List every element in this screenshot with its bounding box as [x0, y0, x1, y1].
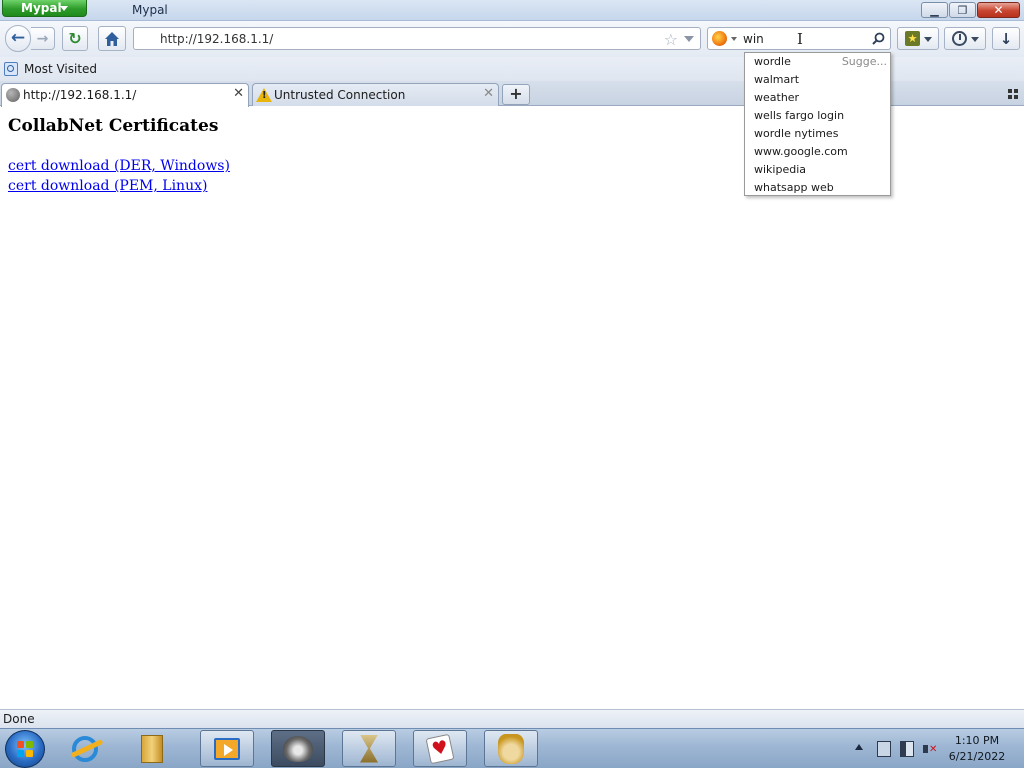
- minimize-button[interactable]: ▁: [921, 2, 948, 18]
- bookmarks-star-icon: ★: [905, 31, 920, 46]
- restore-icon: ❐: [957, 3, 968, 17]
- suggestion-item[interactable]: walmart: [754, 73, 799, 86]
- media-player-icon: [214, 737, 240, 760]
- page-content: CollabNet Certificates cert download (DE…: [0, 106, 1024, 709]
- hearts-game-icon: [425, 733, 455, 764]
- window-controls: ▁ ❐ ✕: [921, 2, 1020, 18]
- volume-muted-icon[interactable]: [923, 741, 937, 757]
- downloads-button[interactable]: ↓: [992, 27, 1020, 50]
- app-menu-caret-icon: [60, 6, 68, 11]
- suggestion-item[interactable]: wordle: [754, 55, 791, 68]
- raccoon-app-icon: [283, 735, 313, 762]
- search-engine-icon[interactable]: [712, 31, 727, 46]
- text-cursor-icon: I: [797, 30, 803, 48]
- forward-arrow-icon: →: [36, 30, 49, 47]
- windows-logo-icon: [17, 741, 34, 758]
- back-button[interactable]: ←: [5, 25, 31, 52]
- cert-download-der-link[interactable]: cert download (DER, Windows): [8, 158, 230, 174]
- tab-untrusted-connection[interactable]: ! Untrusted Connection ✕: [252, 83, 499, 106]
- network-icon[interactable]: [877, 741, 891, 757]
- taskbar-clock[interactable]: 1:10 PM 6/21/2022: [944, 733, 1010, 765]
- back-arrow-icon: ←: [10, 28, 26, 48]
- status-bar: Done: [0, 709, 1024, 728]
- home-icon: [105, 31, 119, 46]
- page-title: CollabNet Certificates: [8, 116, 219, 136]
- most-visited-icon[interactable]: [4, 62, 18, 76]
- magnifier-icon[interactable]: [872, 32, 885, 45]
- bookmarks-menu-button[interactable]: ★: [897, 27, 939, 50]
- search-input[interactable]: [743, 30, 863, 47]
- bookmark-most-visited[interactable]: Most Visited: [24, 62, 97, 76]
- url-text[interactable]: http://192.168.1.1/: [160, 32, 273, 46]
- taskbar-mypal-browser[interactable]: [271, 730, 325, 767]
- status-text: Done: [3, 712, 35, 726]
- hourglass-app-icon: [360, 734, 378, 763]
- clock-date: 6/21/2022: [948, 750, 1006, 763]
- url-bar[interactable]: http://192.168.1.1/ ☆: [133, 27, 701, 50]
- warning-mark-icon: !: [262, 90, 267, 101]
- suggestion-item[interactable]: wikipedia: [754, 163, 806, 176]
- search-suggestions-popup: Sugge... wordle walmart weather wells fa…: [744, 52, 891, 196]
- close-window-button[interactable]: ✕: [977, 2, 1020, 18]
- search-bar[interactable]: I: [707, 27, 891, 50]
- list-all-tabs-icon[interactable]: [1008, 89, 1018, 99]
- taskbar-internet-explorer[interactable]: [58, 730, 112, 767]
- history-caret-icon: [971, 37, 979, 42]
- tab-label: http://192.168.1.1/: [23, 88, 137, 102]
- tab-close-icon[interactable]: ✕: [483, 86, 494, 101]
- maximize-button[interactable]: ❐: [949, 2, 976, 18]
- suggestion-item[interactable]: whatsapp web: [754, 181, 834, 194]
- new-tab-button[interactable]: +: [502, 84, 530, 105]
- window-title: Mypal: [132, 3, 168, 17]
- globe-icon: [6, 88, 20, 102]
- solitaire-king-icon: [498, 733, 524, 764]
- star-icon[interactable]: ☆: [664, 30, 678, 49]
- download-arrow-icon: ↓: [999, 29, 1013, 48]
- app-menu-label: Mypal: [21, 1, 62, 15]
- tab-label: Untrusted Connection: [274, 88, 406, 102]
- battery-icon[interactable]: [900, 741, 914, 757]
- taskbar-solitaire[interactable]: [484, 730, 538, 767]
- bookmarks-caret-icon: [924, 37, 932, 42]
- reload-button[interactable]: ↻: [62, 26, 88, 51]
- title-bar: Mypal Mypal ▁ ❐ ✕: [0, 0, 1024, 21]
- suggestions-header: Sugge...: [841, 55, 887, 68]
- internet-explorer-icon: [72, 735, 98, 762]
- suggestion-item[interactable]: www.google.com: [754, 145, 848, 158]
- cert-download-pem-link[interactable]: cert download (PEM, Linux): [8, 178, 207, 194]
- suggestion-item[interactable]: weather: [754, 91, 799, 104]
- start-button[interactable]: [5, 730, 45, 768]
- tab-192-168-1-1[interactable]: http://192.168.1.1/ ✕: [1, 83, 249, 107]
- taskbar-windows-explorer[interactable]: [125, 730, 179, 767]
- suggestion-item[interactable]: wells fargo login: [754, 109, 844, 122]
- taskbar-hearts-game[interactable]: [413, 730, 467, 767]
- engine-caret-icon[interactable]: [731, 37, 737, 41]
- home-button[interactable]: [98, 26, 126, 51]
- clock-time: 1:10 PM: [954, 734, 1000, 747]
- taskbar-hourglass-app[interactable]: [342, 730, 396, 767]
- suggestion-item[interactable]: wordle nytimes: [754, 127, 838, 140]
- reload-icon: ↻: [68, 29, 82, 48]
- forward-button[interactable]: →: [31, 27, 55, 50]
- url-dropdown-icon[interactable]: [684, 36, 694, 42]
- close-icon: ✕: [993, 3, 1004, 17]
- show-hidden-icons-icon[interactable]: [855, 744, 863, 750]
- windows-explorer-icon: [141, 734, 163, 763]
- plus-icon: +: [509, 84, 523, 103]
- tab-close-icon[interactable]: ✕: [233, 86, 244, 101]
- history-clock-icon: [952, 31, 967, 46]
- taskbar-media-player[interactable]: [200, 730, 254, 767]
- minimize-icon: ▁: [930, 3, 939, 17]
- history-button[interactable]: [944, 27, 986, 50]
- taskbar: 1:10 PM 6/21/2022: [0, 728, 1024, 768]
- app-menu-button[interactable]: Mypal: [2, 0, 87, 17]
